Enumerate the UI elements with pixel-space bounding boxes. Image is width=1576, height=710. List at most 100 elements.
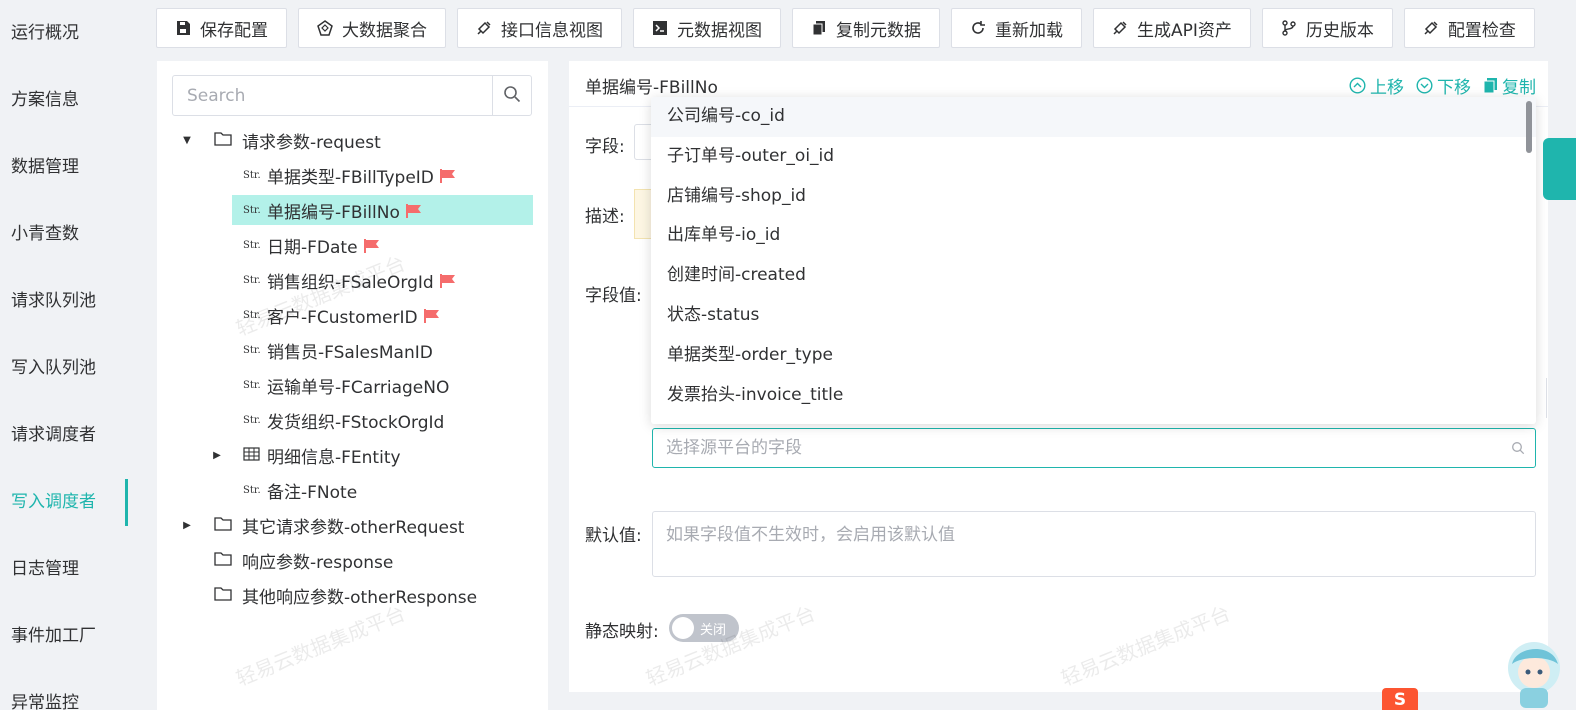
- save-config-button[interactable]: 保存配置: [156, 8, 287, 48]
- side-nav: 运行概况 方案信息 数据管理 小青查数 请求队列池 写入队列池 请求调度者 写入…: [0, 0, 128, 710]
- tree-node-label: 客户-FCustomerID: [267, 308, 418, 328]
- string-type-icon: Str.: [243, 345, 261, 356]
- tree-node-field[interactable]: Str. 客户-FCustomerID: [157, 298, 548, 333]
- copy-metadata-button[interactable]: 复制元数据: [792, 8, 940, 48]
- default-value-box: [652, 511, 1536, 577]
- big-data-aggregate-button[interactable]: 大数据聚合: [298, 8, 446, 48]
- circle-down-icon: [1416, 77, 1433, 94]
- caret-down-icon[interactable]: ▼: [182, 135, 192, 146]
- default-value-label: 默认值:: [585, 526, 642, 546]
- default-value-input[interactable]: [653, 512, 1535, 576]
- flag-icon: [423, 308, 440, 328]
- dropdown-option[interactable]: 状态-status: [651, 296, 1536, 336]
- tree-node-other-response[interactable]: 其他响应参数-otherResponse: [157, 578, 548, 613]
- assistant-mascot-icon[interactable]: [1494, 628, 1568, 710]
- source-field-input[interactable]: [653, 438, 1501, 458]
- api-info-view-label: 接口信息视图: [501, 20, 603, 41]
- tree-node-label: 运输单号-FCarriageNO: [267, 378, 450, 398]
- save-icon: [175, 20, 191, 36]
- dropdown-option[interactable]: 店铺编号-shop_id: [651, 177, 1536, 217]
- nav-item-query[interactable]: 小青查数: [0, 201, 128, 268]
- tree-node-label: 请求参数-request: [242, 133, 381, 153]
- string-type-icon: Str.: [243, 170, 261, 181]
- nav-item-data[interactable]: 数据管理: [0, 134, 128, 201]
- tree-node-label: 销售员-FSalesManID: [267, 343, 433, 363]
- string-type-icon: Str.: [243, 310, 261, 321]
- dropdown-scrollbar[interactable]: [1526, 101, 1532, 153]
- caret-right-icon[interactable]: ▶: [212, 450, 222, 461]
- nav-item-write-queue[interactable]: 写入队列池: [0, 335, 128, 402]
- generate-api-asset-label: 生成API资产: [1137, 20, 1232, 41]
- config-check-button[interactable]: 配置检查: [1403, 8, 1535, 48]
- search-icon: [1501, 441, 1535, 455]
- string-type-icon: Str.: [243, 205, 261, 216]
- dropdown-option[interactable]: 公司编号-co_id: [651, 97, 1536, 137]
- tree-node-entity[interactable]: ▶ 明细信息-FEntity: [157, 438, 548, 473]
- config-check-label: 配置检查: [1447, 20, 1516, 41]
- dropdown-option[interactable]: 出库单号-io_id: [651, 216, 1536, 256]
- nav-item-logs[interactable]: 日志管理: [0, 536, 128, 603]
- flag-icon: [439, 273, 456, 293]
- tree-node-field[interactable]: Str. 发货组织-FStockOrgId: [157, 403, 548, 438]
- tree-node-response[interactable]: 响应参数-response: [157, 543, 548, 578]
- tree-node-field[interactable]: Str. 销售员-FSalesManID: [157, 333, 548, 368]
- caret-right-icon[interactable]: ▶: [182, 520, 192, 531]
- nav-item-monitor[interactable]: 异常监控: [0, 670, 128, 710]
- dropdown-option[interactable]: 子订单号-outer_oi_id: [651, 137, 1536, 177]
- tree-node-field[interactable]: Str. 备注-FNote: [157, 473, 548, 508]
- nav-item-request-queue[interactable]: 请求队列池: [0, 268, 128, 335]
- metadata-view-button[interactable]: 元数据视图: [633, 8, 781, 48]
- nav-item-scheme[interactable]: 方案信息: [0, 67, 128, 134]
- tree-node-field[interactable]: Str. 销售组织-FSaleOrgId: [157, 263, 548, 298]
- toggle-text: 关闭: [700, 623, 727, 638]
- tree-node-field[interactable]: Str. 单据类型-FBillTypeID: [157, 158, 548, 193]
- copy-icon: [811, 20, 827, 36]
- link-icon: [476, 20, 492, 36]
- csdn-logo[interactable]: S: [1382, 688, 1418, 710]
- dropdown-option[interactable]: 发票抬头-invoice_title: [651, 376, 1536, 416]
- copy-label: 复制: [1502, 78, 1536, 98]
- copy-button[interactable]: 复制: [1483, 73, 1536, 98]
- side-float-tab[interactable]: [1543, 138, 1576, 200]
- field-value-label: 字段值:: [585, 286, 642, 306]
- divider: [1546, 378, 1547, 418]
- tree-node-label: 其他响应参数-otherResponse: [242, 588, 478, 608]
- string-type-icon: Str.: [243, 485, 261, 496]
- tree-search-button[interactable]: [492, 76, 531, 115]
- tree-node-label: 发货组织-FStockOrgId: [267, 413, 445, 433]
- static-mapping-toggle[interactable]: 关闭: [669, 614, 739, 642]
- detail-title: 单据编号-FBillNo: [585, 78, 718, 98]
- param-tree-panel: ▼ 请求参数-request Str. 单据类型-FBillTypeID Str…: [157, 61, 548, 710]
- tree-node-field[interactable]: Str. 日期-FDate: [157, 228, 548, 263]
- dropdown-option[interactable]: 创建时间-created: [651, 256, 1536, 296]
- nav-item-overview[interactable]: 运行概况: [0, 0, 128, 67]
- generate-api-asset-button[interactable]: 生成API资产: [1093, 8, 1251, 48]
- move-down-label: 下移: [1437, 78, 1471, 98]
- tree-node-other-request[interactable]: ▶ 其它请求参数-otherRequest: [157, 508, 548, 543]
- folder-icon: [214, 516, 232, 536]
- move-up-button[interactable]: 上移: [1349, 73, 1404, 98]
- dropdown-option[interactable]: 单据类型-order_type: [651, 336, 1536, 376]
- nav-item-write-scheduler[interactable]: 写入调度者: [0, 469, 128, 536]
- tree-node-field[interactable]: Str. 运输单号-FCarriageNO: [157, 368, 548, 403]
- move-down-button[interactable]: 下移: [1416, 73, 1471, 98]
- copy-metadata-label: 复制元数据: [836, 20, 921, 41]
- static-mapping-label: 静态映射:: [585, 622, 659, 642]
- history-version-button[interactable]: 历史版本: [1261, 8, 1393, 48]
- reload-button[interactable]: 重新加载: [951, 8, 1082, 48]
- save-config-label: 保存配置: [200, 20, 268, 41]
- tree-node-request[interactable]: ▼ 请求参数-request: [157, 123, 548, 158]
- api-info-view-button[interactable]: 接口信息视图: [457, 8, 622, 48]
- link-icon: [1423, 20, 1439, 36]
- flag-icon: [363, 238, 380, 258]
- nav-item-request-scheduler[interactable]: 请求调度者: [0, 402, 128, 469]
- tree-node-label: 明细信息-FEntity: [267, 448, 401, 468]
- reload-label: 重新加载: [995, 20, 1063, 41]
- nav-item-event-factory[interactable]: 事件加工厂: [0, 603, 128, 670]
- toggle-knob: [672, 617, 694, 639]
- folder-icon: [214, 551, 232, 571]
- source-field-select[interactable]: [652, 428, 1536, 468]
- tree-search-input[interactable]: [173, 76, 492, 115]
- move-up-label: 上移: [1370, 78, 1404, 98]
- tree-node-field-selected[interactable]: Str. 单据编号-FBillNo: [157, 193, 548, 228]
